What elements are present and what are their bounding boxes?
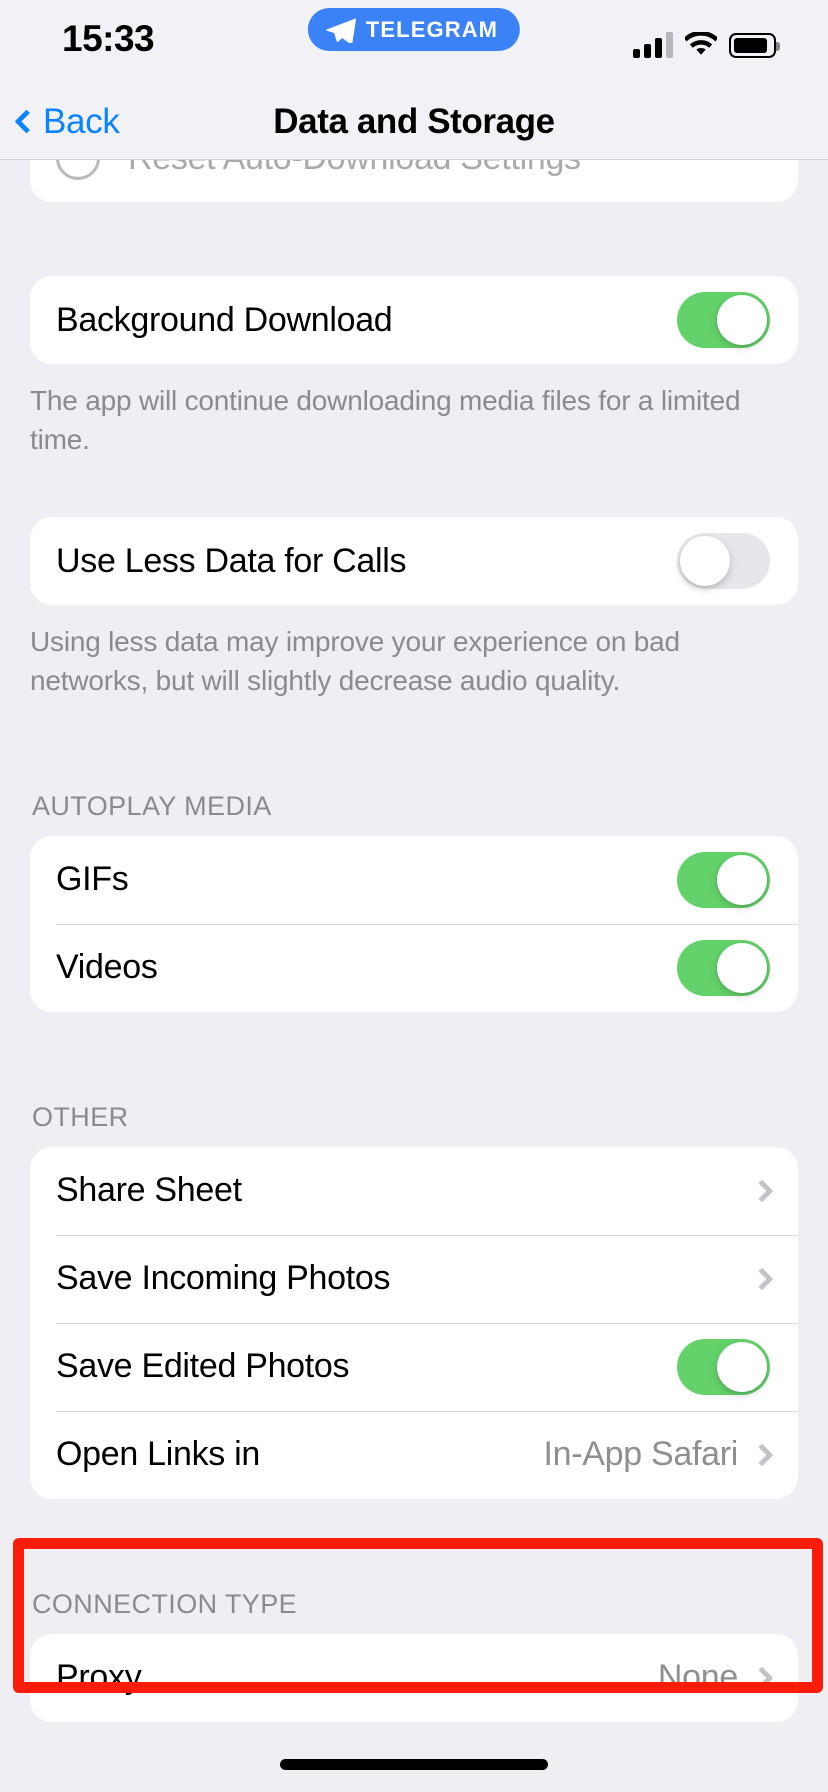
- row-background-download[interactable]: Background Download: [30, 276, 798, 364]
- radio-circle-icon: [56, 160, 100, 180]
- page-title: Data and Storage: [273, 101, 555, 141]
- background-download-toggle[interactable]: [677, 292, 770, 348]
- use-less-data-for-calls-footer: Using less data may improve your experie…: [30, 626, 680, 696]
- chevron-right-icon: [750, 1443, 774, 1466]
- group-connection-type: Proxy None: [30, 1633, 798, 1722]
- row-share-sheet[interactable]: Share Sheet: [30, 1147, 798, 1235]
- save-edited-photos-toggle[interactable]: [677, 1338, 770, 1395]
- chevron-right-icon: [750, 1179, 774, 1202]
- navigation-bar: Back Data and Storage: [0, 84, 828, 160]
- home-indicator: [280, 1759, 548, 1770]
- section-header-connection-type: CONNECTION TYPE: [32, 1588, 298, 1619]
- row-videos[interactable]: Videos: [30, 923, 798, 1012]
- battery-icon: [729, 33, 780, 58]
- row-label: Save Edited Photos: [56, 1347, 350, 1385]
- chevron-right-icon: [750, 1666, 774, 1689]
- row-label: Save Incoming Photos: [56, 1259, 391, 1297]
- telegram-plane-icon: [326, 17, 356, 43]
- status-bar: 15:33 TELEGRAM: [0, 0, 828, 84]
- cellular-signal-icon: [633, 32, 673, 58]
- group-reset-auto-download: Reset Auto-Download Settings: [30, 160, 798, 202]
- row-label: Videos: [56, 948, 158, 986]
- group-use-less-data-for-calls: Use Less Data for Calls: [30, 517, 798, 606]
- settings-scroll-view[interactable]: Reset Auto-Download Settings Background …: [0, 160, 828, 1792]
- background-download-footer: The app will continue downloading media …: [30, 385, 741, 455]
- wifi-icon: [685, 32, 717, 55]
- back-button[interactable]: Back: [14, 101, 120, 142]
- section-header-other: OTHER: [32, 1101, 129, 1132]
- section-header-autoplay-media: AUTOPLAY MEDIA: [32, 790, 272, 821]
- row-save-incoming-photos[interactable]: Save Incoming Photos: [30, 1234, 798, 1323]
- phone-screen: 15:33 TELEGRAM Back Data and Storage Bac…: [0, 0, 828, 1792]
- status-bar-indicators: [633, 24, 780, 58]
- row-gifs[interactable]: GIFs: [30, 836, 798, 924]
- row-label: GIFs: [56, 860, 129, 898]
- row-proxy[interactable]: Proxy None: [30, 1634, 798, 1722]
- row-label: Share Sheet: [56, 1171, 242, 1209]
- chevron-left-icon: [14, 109, 39, 134]
- row-reset-auto-download-settings[interactable]: Reset Auto-Download Settings: [30, 160, 798, 202]
- status-bar-clock: 15:33: [62, 18, 155, 59]
- row-save-edited-photos[interactable]: Save Edited Photos: [30, 1322, 798, 1411]
- row-label: Proxy: [56, 1658, 142, 1696]
- back-button-label: Back: [43, 101, 120, 141]
- group-autoplay-media: GIFs Videos: [30, 835, 798, 1012]
- row-value: None: [657, 1658, 738, 1696]
- row-value: In-App Safari: [543, 1435, 738, 1473]
- row-label: Use Less Data for Calls: [56, 541, 407, 580]
- group-other: Share Sheet Save Incoming Photos Save Ed…: [30, 1146, 798, 1499]
- telegram-app-pill[interactable]: TELEGRAM: [307, 8, 521, 51]
- row-use-less-data-for-calls[interactable]: Use Less Data for Calls: [30, 517, 798, 605]
- telegram-app-pill-label: TELEGRAM: [365, 16, 499, 42]
- videos-toggle[interactable]: [677, 939, 770, 996]
- row-label: Reset Auto-Download Settings: [128, 160, 770, 178]
- row-label: Open Links in: [56, 1435, 261, 1473]
- gifs-toggle[interactable]: [677, 851, 770, 908]
- group-background-download: Background Download: [30, 276, 798, 364]
- use-less-data-for-calls-toggle[interactable]: [677, 533, 770, 590]
- row-open-links-in[interactable]: Open Links in In-App Safari: [30, 1410, 798, 1499]
- chevron-right-icon: [750, 1267, 774, 1290]
- row-label: Background Download: [56, 300, 393, 339]
